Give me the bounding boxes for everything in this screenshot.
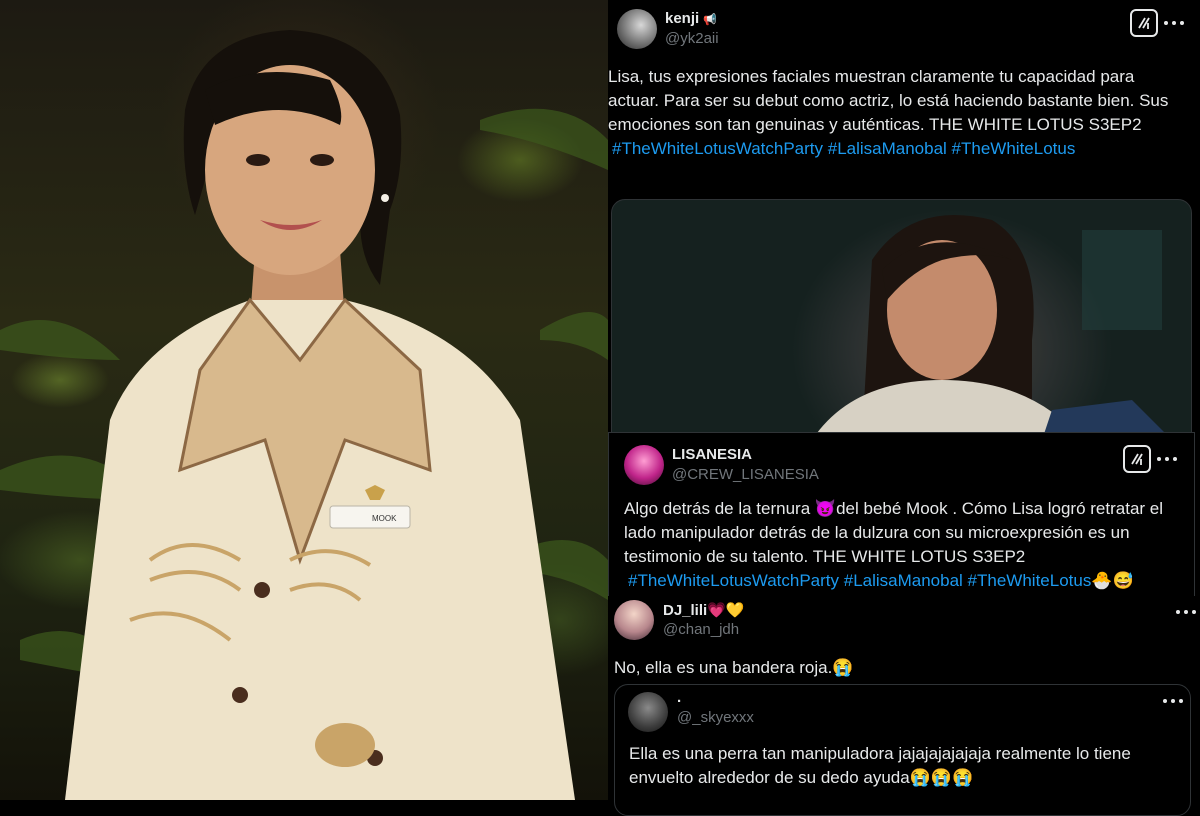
quote-body: Ella es una perra tan manipuladora jajaj… bbox=[629, 744, 1131, 787]
grok-icon[interactable] bbox=[1130, 9, 1158, 37]
actress-photo: MOOK bbox=[0, 0, 608, 800]
more-options-icon[interactable] bbox=[1163, 699, 1185, 705]
quoted-tweet[interactable]: . @_skyexxx Ella es una perra tan manipu… bbox=[614, 684, 1191, 816]
more-options-icon[interactable] bbox=[1157, 457, 1179, 463]
quote-author-handle[interactable]: @_skyexxx bbox=[677, 709, 754, 726]
author-handle[interactable]: @yk2aii bbox=[665, 30, 719, 47]
tweet-dj-lili[interactable]: DJ_lili💗💛 @chan_jdh No, ella es una band… bbox=[608, 596, 1200, 816]
tweet-body-start: Algo detrás de la ternura bbox=[624, 499, 815, 518]
more-options-icon[interactable] bbox=[1176, 610, 1198, 616]
hearts-emoji: 💗💛 bbox=[707, 602, 745, 619]
tweet-body: No, ella es una bandera roja.😭 bbox=[614, 658, 854, 677]
name-badge-text: MOOK bbox=[372, 514, 397, 523]
avatar-skyexxx[interactable] bbox=[628, 692, 668, 732]
tweet-media-image[interactable] bbox=[611, 199, 1192, 441]
emoji-end: 🐣😅 bbox=[1091, 571, 1134, 590]
photo-illustration: MOOK bbox=[0, 30, 608, 800]
tweet-kenji[interactable]: kenji 📢 @yk2aii Lisa, tus expresiones fa… bbox=[608, 0, 1200, 441]
tweet-text: Algo detrás de la ternura 😈del bebé Mook… bbox=[624, 497, 1169, 593]
more-options-icon[interactable] bbox=[1164, 21, 1186, 27]
tweet-body: Lisa, tus expresiones faciales muestran … bbox=[608, 67, 1169, 134]
video-still bbox=[812, 215, 1172, 440]
author-name[interactable]: DJ_lili bbox=[663, 602, 707, 619]
tweet-lisanesia[interactable]: LISANESIA @CREW_LISANESIA Algo detrás de… bbox=[608, 432, 1195, 599]
avatar-dj-lili[interactable] bbox=[614, 600, 654, 640]
avatar-lisanesia[interactable] bbox=[624, 445, 664, 485]
author-handle[interactable]: @CREW_LISANESIA bbox=[672, 466, 819, 483]
grok-icon[interactable] bbox=[1123, 445, 1151, 473]
megaphone-icon: 📢 bbox=[703, 14, 718, 26]
author-handle[interactable]: @chan_jdh bbox=[663, 621, 739, 638]
devil-emoji: 😈 bbox=[814, 499, 837, 518]
hashtag-links[interactable]: #TheWhiteLotusWatchParty #LalisaManobal … bbox=[608, 139, 1075, 158]
quote-author-name[interactable]: . bbox=[677, 689, 681, 706]
author-name[interactable]: LISANESIA bbox=[672, 446, 752, 463]
hashtag-links[interactable]: #TheWhiteLotusWatchParty #LalisaManobal … bbox=[624, 571, 1091, 590]
tweet-text: Lisa, tus expresiones faciales muestran … bbox=[608, 65, 1183, 161]
avatar-kenji[interactable] bbox=[617, 9, 657, 49]
author-name[interactable]: kenji bbox=[665, 10, 699, 27]
